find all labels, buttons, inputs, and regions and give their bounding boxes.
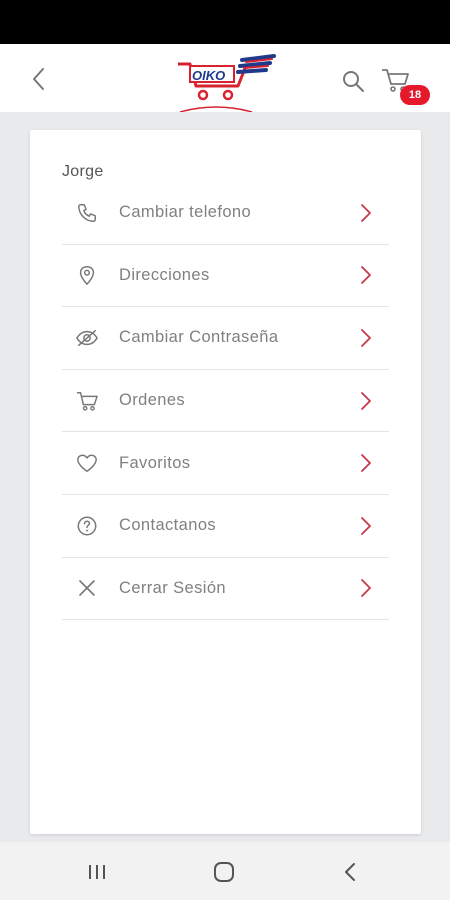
chevron-left-icon bbox=[345, 863, 355, 881]
menu-item-label: Direcciones bbox=[119, 265, 210, 284]
home-button[interactable] bbox=[211, 859, 237, 885]
menu-item-label: Cambiar telefono bbox=[119, 203, 252, 222]
app-header: OIKO 18 bbox=[0, 44, 450, 113]
oiko-logo[interactable]: OIKO bbox=[176, 50, 276, 113]
cart-icon bbox=[74, 388, 100, 414]
recent-apps-icon bbox=[89, 865, 105, 879]
search-button[interactable] bbox=[340, 68, 366, 94]
status-bar bbox=[0, 0, 450, 44]
system-nav-bar bbox=[0, 842, 450, 900]
close-icon bbox=[74, 575, 100, 601]
cart-count-badge: 18 bbox=[400, 85, 430, 105]
recent-apps-button[interactable] bbox=[84, 859, 110, 885]
menu-item-label: Favoritos bbox=[119, 453, 191, 472]
profile-card: Jorge Cambiar telefono Direcciones Cambi… bbox=[30, 130, 421, 834]
menu-item-cambiar-telefono[interactable]: Cambiar telefono bbox=[62, 182, 389, 245]
search-icon bbox=[343, 71, 364, 92]
menu-item-cerrar-sesion[interactable]: Cerrar Sesión bbox=[62, 558, 389, 621]
user-name: Jorge bbox=[62, 163, 104, 180]
question-circle-icon bbox=[74, 513, 100, 539]
profile-menu: Cambiar telefono Direcciones Cambiar Con… bbox=[62, 182, 389, 621]
menu-item-label: Cambiar Contraseña bbox=[119, 328, 279, 347]
system-back-button[interactable] bbox=[337, 859, 363, 885]
svg-text:OIKO: OIKO bbox=[192, 68, 225, 83]
menu-item-favoritos[interactable]: Favoritos bbox=[62, 432, 389, 495]
chevron-right-icon bbox=[361, 579, 371, 598]
back-button[interactable] bbox=[26, 64, 52, 94]
location-pin-icon bbox=[74, 262, 100, 288]
menu-item-direcciones[interactable]: Direcciones bbox=[62, 245, 389, 308]
home-icon bbox=[214, 862, 234, 882]
menu-item-label: Ordenes bbox=[119, 391, 186, 410]
menu-item-label: Cerrar Sesión bbox=[119, 578, 226, 597]
menu-item-ordenes[interactable]: Ordenes bbox=[62, 370, 389, 433]
menu-item-label: Contactanos bbox=[119, 516, 217, 535]
menu-item-cambiar-contrasena[interactable]: Cambiar Contraseña bbox=[62, 307, 389, 370]
heart-icon bbox=[74, 450, 100, 476]
chevron-right-icon bbox=[361, 454, 371, 473]
menu-item-contactanos[interactable]: Contactanos bbox=[62, 495, 389, 558]
chevron-right-icon bbox=[361, 266, 371, 285]
phone-icon bbox=[74, 200, 100, 226]
chevron-left-icon bbox=[33, 68, 44, 90]
chevron-right-icon bbox=[361, 391, 371, 410]
eye-slash-icon bbox=[74, 325, 100, 351]
chevron-right-icon bbox=[361, 516, 371, 535]
chevron-right-icon bbox=[361, 329, 371, 347]
chevron-right-icon bbox=[361, 203, 371, 222]
